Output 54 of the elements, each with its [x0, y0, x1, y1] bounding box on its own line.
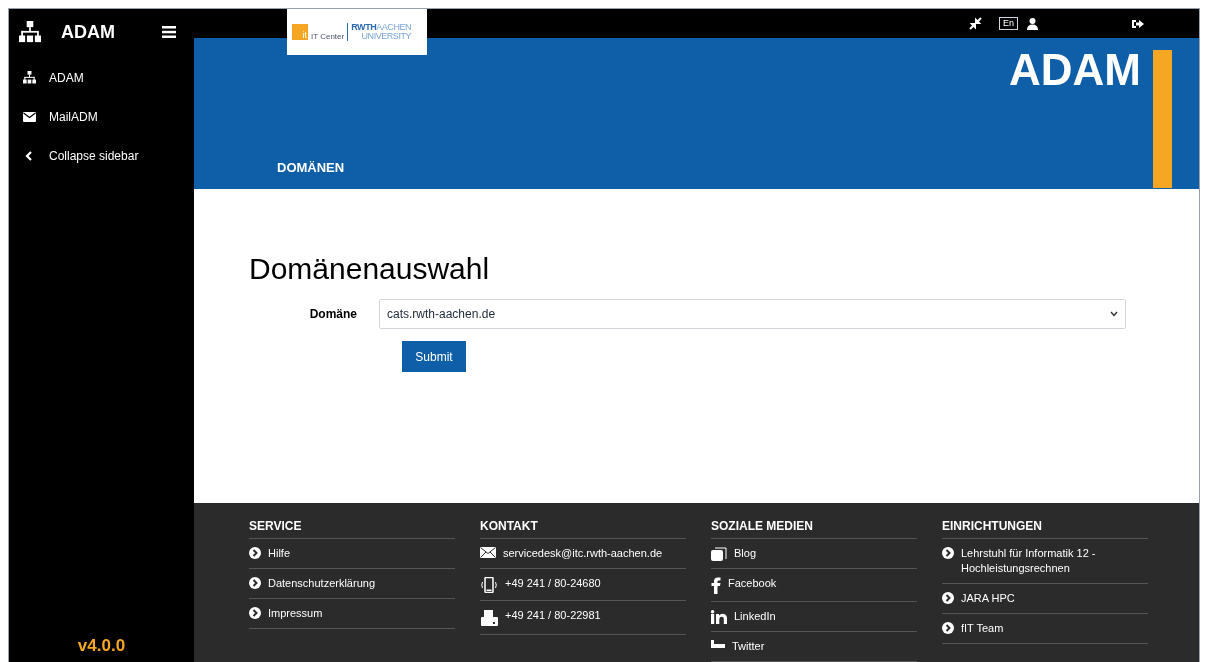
submit-button[interactable]: Submit: [402, 341, 466, 373]
footer-link[interactable]: JARA HPC: [942, 584, 1148, 614]
chevron-circle-icon: [249, 577, 261, 589]
hierarchy-icon: [23, 71, 36, 84]
sidebar-item[interactable]: Collapse sidebar: [9, 136, 194, 175]
facebook-icon: [711, 577, 721, 594]
fax-icon: [480, 609, 498, 627]
user-icon[interactable]: [1027, 17, 1038, 30]
blog-icon: [711, 547, 727, 561]
menu-icon[interactable]: [162, 26, 176, 38]
app-title: ADAM: [61, 20, 116, 44]
field-label: Domäne: [308, 306, 358, 324]
logo-brand: UNIVERSITY: [361, 32, 412, 41]
footer-link[interactable]: Impressum: [249, 599, 455, 629]
footer-link[interactable]: +49 241 / 80-22981: [480, 601, 686, 635]
mail-icon: [23, 111, 36, 122]
chevron-circle-icon: [942, 622, 954, 634]
footer-link[interactable]: Hilfe: [249, 539, 455, 569]
phone-icon: [480, 577, 498, 593]
footer-link[interactable]: servicedesk@itc.rwth-aachen.de: [480, 539, 686, 569]
domain-select[interactable]: cats.rwth-aachen.de: [379, 299, 1126, 330]
chevron-circle-icon: [249, 547, 261, 559]
hierarchy-icon: [19, 21, 41, 43]
footer-link[interactable]: fIT Team: [942, 614, 1148, 644]
footer-link[interactable]: Blog: [711, 539, 917, 569]
logo-subtitle: IT Center: [311, 33, 345, 41]
caret-down-icon: [1110, 311, 1118, 318]
chevron-circle-icon: [249, 607, 261, 619]
footer-link[interactable]: Facebook: [711, 569, 917, 602]
page-heading: Domänenauswahl: [249, 254, 491, 285]
chevron-circle-icon: [942, 547, 954, 559]
footer-link[interactable]: Datenschutzerklärung: [249, 569, 455, 599]
envelope-icon: [480, 547, 496, 558]
chevron-circle-icon: [942, 592, 954, 604]
logo-mark: it: [292, 24, 308, 40]
compress-icon[interactable]: [969, 17, 982, 31]
footer-link[interactable]: Twitter: [711, 632, 917, 662]
sidebar-item[interactable]: ADAM: [9, 58, 194, 97]
footer-link[interactable]: LinkedIn: [711, 602, 917, 632]
footer-link[interactable]: Lehrstuhl für Informatik 12 - Hochleistungsrechnen: [942, 539, 1148, 584]
footer-heading: KONTAKT: [480, 517, 686, 539]
language-button[interactable]: En: [999, 17, 1018, 31]
footer-heading: SERVICE: [249, 517, 455, 539]
footer-link[interactable]: +49 241 / 80-24680: [480, 569, 686, 601]
version-label: v4.0.0: [77, 635, 126, 655]
sidebar-item[interactable]: MailADM: [9, 97, 194, 136]
logout-icon[interactable]: [1132, 18, 1144, 29]
footer-heading: SOZIALE MEDIEN: [711, 517, 917, 539]
banner-title: ADAM: [1009, 48, 1141, 93]
footer-heading: EINRICHTUNGEN: [942, 517, 1148, 539]
nav-link[interactable]: DOMÄNEN: [277, 157, 345, 178]
linkedin-icon: [711, 610, 727, 624]
logo-brand: AACHEN: [376, 23, 412, 32]
logo-brand: RWTH: [351, 23, 377, 32]
